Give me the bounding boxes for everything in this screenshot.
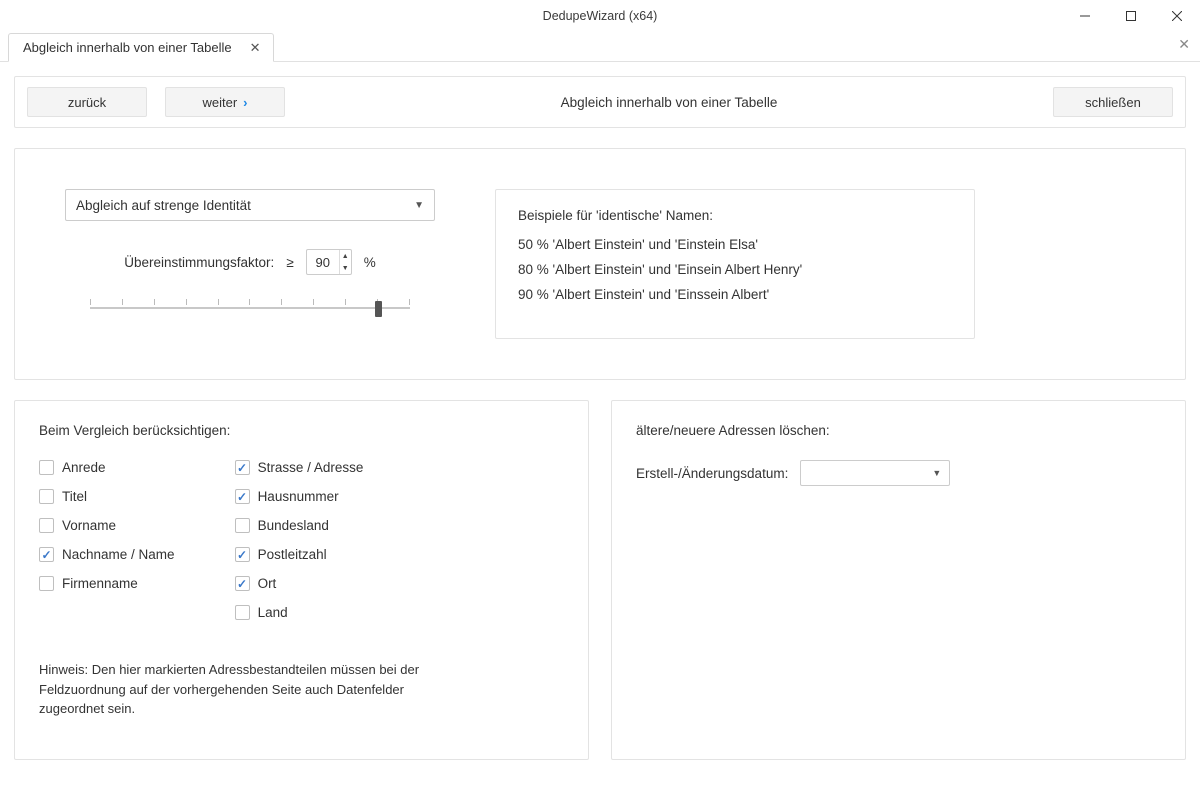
tab-label: Abgleich innerhalb von einer Tabelle xyxy=(23,40,232,55)
compare-title: Beim Vergleich berücksichtigen: xyxy=(39,423,564,438)
forward-button-label: weiter xyxy=(202,95,237,110)
slider-ticks xyxy=(90,299,410,307)
wizard-toolbar: zurück weiter › Abgleich innerhalb von e… xyxy=(14,76,1186,128)
date-dropdown[interactable]: ▼ xyxy=(800,460,950,486)
checkbox-row[interactable]: Vorname xyxy=(39,518,175,533)
match-mode-value: Abgleich auf strenge Identität xyxy=(76,198,251,213)
chevron-down-icon: ▼ xyxy=(932,468,941,478)
minimize-icon xyxy=(1080,11,1090,21)
checkbox[interactable] xyxy=(235,460,250,475)
match-settings-group: Abgleich auf strenge Identität ▼ Überein… xyxy=(14,148,1186,380)
checkbox[interactable] xyxy=(235,518,250,533)
tab-active[interactable]: Abgleich innerhalb von einer Tabelle ✕ xyxy=(8,33,274,62)
examples-title: Beispiele für 'identische' Namen: xyxy=(518,208,952,223)
checkbox-row[interactable]: Ort xyxy=(235,576,364,591)
checkbox-row[interactable]: Anrede xyxy=(39,460,175,475)
checkbox-label: Firmenname xyxy=(62,576,138,591)
checkbox-label: Hausnummer xyxy=(258,489,339,504)
tab-close-icon[interactable]: ✕ xyxy=(250,40,261,56)
checkbox[interactable] xyxy=(39,518,54,533)
slider-track xyxy=(90,307,410,309)
checkbox[interactable] xyxy=(235,576,250,591)
close-button-label: schließen xyxy=(1085,95,1141,110)
back-button[interactable]: zurück xyxy=(27,87,147,117)
checkbox-label: Bundesland xyxy=(258,518,329,533)
date-label: Erstell-/Änderungsdatum: xyxy=(636,466,788,481)
forward-button[interactable]: weiter › xyxy=(165,87,285,117)
checkbox-row[interactable]: Hausnummer xyxy=(235,489,364,504)
checkbox-label: Postleitzahl xyxy=(258,547,327,562)
factor-slider[interactable] xyxy=(90,295,410,321)
factor-label: Übereinstimmungsfaktor: xyxy=(124,255,274,270)
chevron-right-icon: › xyxy=(243,95,247,110)
examples-panel: Beispiele für 'identische' Namen: 50 % '… xyxy=(495,189,975,339)
factor-row: Übereinstimmungsfaktor: ≥ 90 ▲ ▼ % xyxy=(124,249,376,275)
checkbox-row[interactable]: Bundesland xyxy=(235,518,364,533)
checkbox-label: Vorname xyxy=(62,518,116,533)
close-button[interactable]: schließen xyxy=(1053,87,1173,117)
example-row: 50 % 'Albert Einstein' und 'Einstein Els… xyxy=(518,237,952,252)
factor-spinner[interactable]: 90 ▲ ▼ xyxy=(306,249,352,275)
spinner-arrows: ▲ ▼ xyxy=(339,250,351,274)
checkbox[interactable] xyxy=(235,605,250,620)
checkbox-row[interactable]: Nachname / Name xyxy=(39,547,175,562)
gte-symbol: ≥ xyxy=(286,255,293,270)
spinner-down-icon[interactable]: ▼ xyxy=(340,262,351,274)
bottom-row: Beim Vergleich berücksichtigen: Anrede Ti… xyxy=(14,400,1186,760)
checkbox[interactable] xyxy=(39,489,54,504)
delete-title: ältere/neuere Adressen löschen: xyxy=(636,423,1161,438)
close-icon xyxy=(1172,11,1182,21)
checkbox[interactable] xyxy=(39,547,54,562)
checkbox-row[interactable]: Titel xyxy=(39,489,175,504)
checkbox-label: Ort xyxy=(258,576,277,591)
checkbox-row[interactable]: Strasse / Adresse xyxy=(235,460,364,475)
check-column-1: Anrede Titel Vorname Nachname / Name Firmenn… xyxy=(39,460,175,620)
tabbar-close-icon[interactable]: ✕ xyxy=(1178,36,1190,53)
checkbox-label: Land xyxy=(258,605,288,620)
maximize-button[interactable] xyxy=(1108,0,1154,32)
window-title: DedupeWizard (x64) xyxy=(543,9,658,23)
factor-value: 90 xyxy=(307,255,339,270)
slider-thumb[interactable] xyxy=(375,301,382,317)
compare-hint: Hinweis: Den hier markierten Adressbesta… xyxy=(39,660,439,719)
toolbar-title: Abgleich innerhalb von einer Tabelle xyxy=(303,95,1035,110)
example-row: 80 % 'Albert Einstein' und 'Einsein Albe… xyxy=(518,262,952,277)
tabbar: Abgleich innerhalb von einer Tabelle ✕ ✕ xyxy=(0,32,1200,62)
checkbox-label: Strasse / Adresse xyxy=(258,460,364,475)
check-column-2: Strasse / Adresse Hausnummer Bundesland Pos… xyxy=(235,460,364,620)
compare-fields-group: Beim Vergleich berücksichtigen: Anrede Ti… xyxy=(14,400,589,760)
window-controls xyxy=(1062,0,1200,32)
example-row: 90 % 'Albert Einstein' und 'Einssein Alb… xyxy=(518,287,952,302)
checks-grid: Anrede Titel Vorname Nachname / Name Firmenn… xyxy=(39,460,564,620)
delete-addresses-group: ältere/neuere Adressen löschen: Erstell-… xyxy=(611,400,1186,760)
checkbox-row[interactable]: Firmenname xyxy=(39,576,175,591)
minimize-button[interactable] xyxy=(1062,0,1108,32)
checkbox-label: Titel xyxy=(62,489,87,504)
back-button-label: zurück xyxy=(68,95,106,110)
checkbox-label: Nachname / Name xyxy=(62,547,175,562)
match-left-panel: Abgleich auf strenge Identität ▼ Überein… xyxy=(65,189,435,321)
checkbox-row[interactable]: Land xyxy=(235,605,364,620)
checkbox-label: Anrede xyxy=(62,460,106,475)
checkbox[interactable] xyxy=(39,576,54,591)
checkbox-row[interactable]: Postleitzahl xyxy=(235,547,364,562)
spinner-up-icon[interactable]: ▲ xyxy=(340,250,351,262)
maximize-icon xyxy=(1126,11,1136,21)
titlebar: DedupeWizard (x64) xyxy=(0,0,1200,32)
checkbox[interactable] xyxy=(235,489,250,504)
date-row: Erstell-/Änderungsdatum: ▼ xyxy=(636,460,1161,486)
checkbox[interactable] xyxy=(235,547,250,562)
close-window-button[interactable] xyxy=(1154,0,1200,32)
percent-label: % xyxy=(364,255,376,270)
checkbox[interactable] xyxy=(39,460,54,475)
chevron-down-icon: ▼ xyxy=(414,200,424,211)
match-mode-dropdown[interactable]: Abgleich auf strenge Identität ▼ xyxy=(65,189,435,221)
